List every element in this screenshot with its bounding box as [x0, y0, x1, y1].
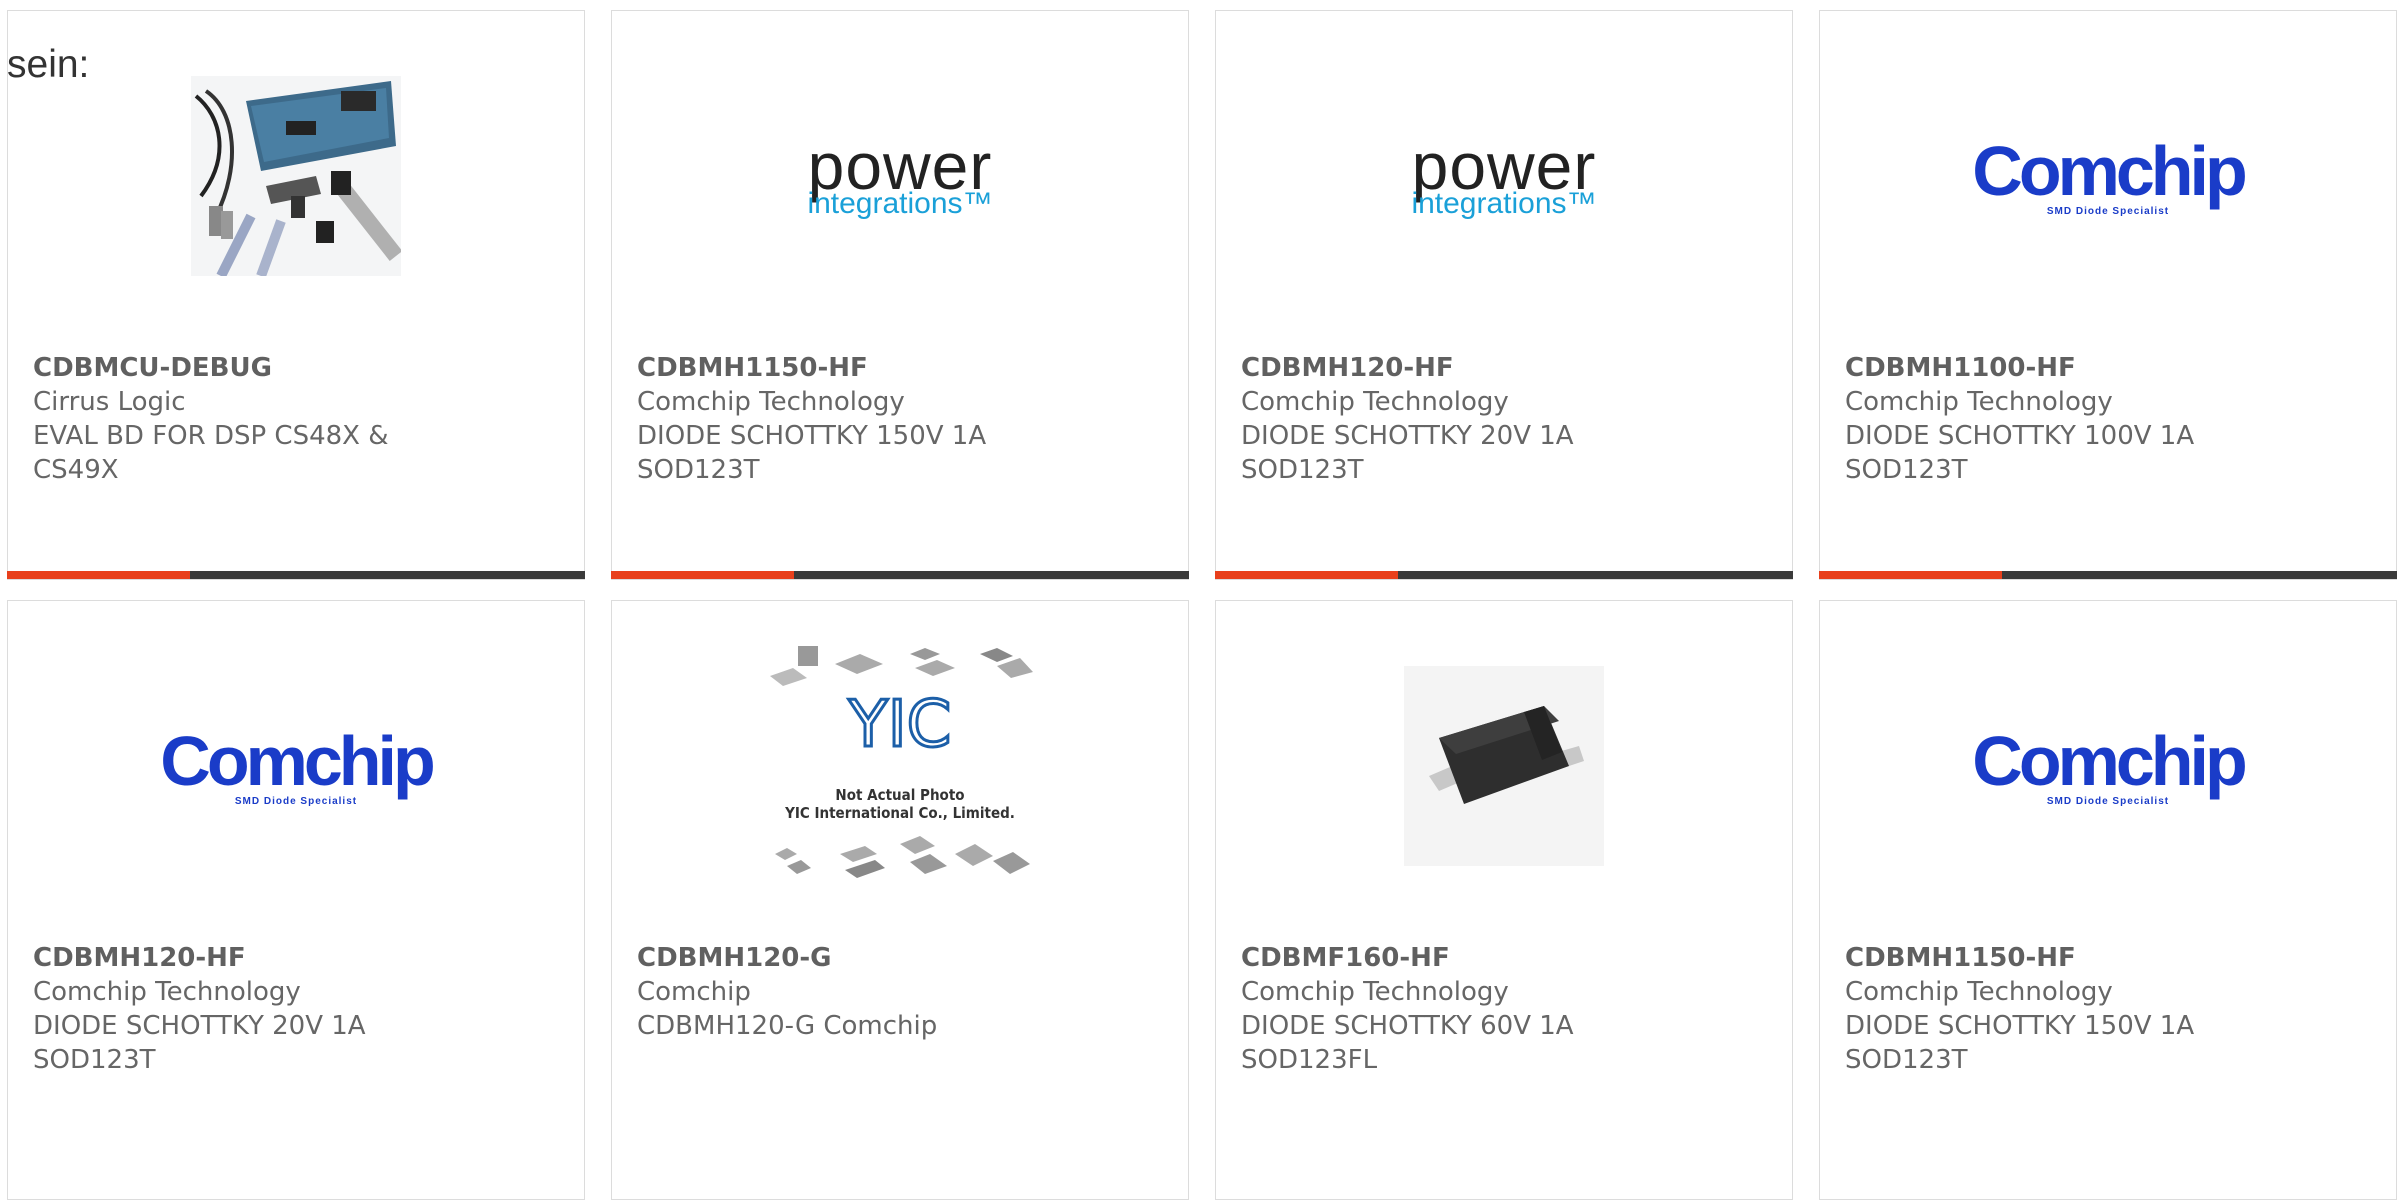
product-image[interactable]: YIC Not Actual Photo YIC International C…	[612, 646, 1188, 881]
manufacturer: Comchip Technology	[1845, 387, 2113, 417]
description-line-1: CDBMH120-G Comchip	[637, 1011, 938, 1041]
product-info: CDBMH1150-HF Comchip Technology DIODE SC…	[637, 351, 1168, 487]
product-image[interactable]: power integrations™	[612, 71, 1188, 281]
manufacturer: Comchip Technology	[1241, 977, 1509, 1007]
description-line-1: DIODE SCHOTTKY 150V 1A	[1845, 1011, 2195, 1041]
description-line-2: SOD123T	[1845, 1045, 1968, 1075]
manufacturer: Comchip	[637, 977, 751, 1007]
part-number[interactable]: CDBMH1100-HF	[1845, 351, 2376, 385]
power-integrations-logo: power integrations™	[1411, 129, 1597, 220]
product-card[interactable]: CDBMCU-DEBUG Cirrus Logic EVAL BD FOR DS…	[7, 10, 585, 580]
product-card[interactable]: power integrations™ CDBMH120-HF Comchip …	[1215, 10, 1793, 580]
card-accent-bar	[1819, 571, 2002, 579]
card-accent-bar	[7, 571, 190, 579]
product-image[interactable]: Comchip SMD Diode Specialist	[1820, 71, 2396, 281]
description-line-2: SOD123T	[1241, 455, 1364, 485]
description-line-2: SOD123T	[1845, 455, 1968, 485]
product-image[interactable]: Comchip SMD Diode Specialist	[1820, 661, 2396, 871]
manufacturer: Comchip Technology	[33, 977, 301, 1007]
product-info: CDBMH120-HF Comchip Technology DIODE SCH…	[1241, 351, 1772, 487]
card-bottom-bar	[1215, 571, 1793, 579]
description-line-2: SOD123FL	[1241, 1045, 1378, 1075]
svg-text:YIC: YIC	[848, 688, 952, 762]
product-info: CDBMH1150-HF Comchip Technology DIODE SC…	[1845, 941, 2376, 1077]
part-number[interactable]: CDBMCU-DEBUG	[33, 351, 564, 385]
part-number[interactable]: CDBMH120-HF	[33, 941, 564, 975]
description-line-1: EVAL BD FOR DSP CS48X &	[33, 421, 389, 451]
product-card[interactable]: CDBMF160-HF Comchip Technology DIODE SCH…	[1215, 600, 1793, 1200]
sod123fl-package-photo	[1404, 666, 1604, 866]
comchip-logo: Comchip SMD Diode Specialist	[1972, 721, 2247, 807]
product-card[interactable]: YIC Not Actual Photo YIC International C…	[611, 600, 1189, 1200]
part-number[interactable]: CDBMH1150-HF	[637, 351, 1168, 385]
product-image[interactable]: Comchip SMD Diode Specialist	[8, 661, 584, 871]
card-bottom-bar	[7, 571, 585, 579]
intro-text: sein:	[7, 43, 90, 86]
description-line-1: DIODE SCHOTTKY 20V 1A	[1241, 421, 1574, 451]
description-line-2: SOD123T	[33, 1045, 156, 1075]
manufacturer: Cirrus Logic	[33, 387, 186, 417]
yic-caption-line-1: Not Actual Photo	[835, 786, 965, 804]
manufacturer: Comchip Technology	[637, 387, 905, 417]
description-line-1: DIODE SCHOTTKY 20V 1A	[33, 1011, 366, 1041]
product-info: CDBMF160-HF Comchip Technology DIODE SCH…	[1241, 941, 1772, 1077]
part-number[interactable]: CDBMH120-G	[637, 941, 1168, 975]
description-line-2: CS49X	[33, 455, 119, 485]
description-line-1: DIODE SCHOTTKY 150V 1A	[637, 421, 987, 451]
product-card[interactable]: Comchip SMD Diode Specialist CDBMH1150-H…	[1819, 600, 2397, 1200]
description-line-2: SOD123T	[637, 455, 760, 485]
product-card[interactable]: Comchip SMD Diode Specialist CDBMH120-HF…	[7, 600, 585, 1200]
manufacturer: Comchip Technology	[1241, 387, 1509, 417]
card-accent-bar	[611, 571, 794, 579]
card-bottom-bar	[1819, 571, 2397, 579]
comchip-logo: Comchip SMD Diode Specialist	[160, 721, 435, 807]
product-card[interactable]: power integrations™ CDBMH1150-HF Comchip…	[611, 10, 1189, 580]
card-accent-bar	[1215, 571, 1398, 579]
yic-not-actual-photo: YIC Not Actual Photo YIC International C…	[770, 646, 1033, 878]
product-image[interactable]: power integrations™	[1216, 71, 1792, 281]
product-image[interactable]	[1216, 661, 1792, 871]
product-card[interactable]: Comchip SMD Diode Specialist CDBMH1100-H…	[1819, 10, 2397, 580]
part-number[interactable]: CDBMH1150-HF	[1845, 941, 2376, 975]
description-line-1: DIODE SCHOTTKY 60V 1A	[1241, 1011, 1574, 1041]
part-number[interactable]: CDBMH120-HF	[1241, 351, 1772, 385]
product-info: CDBMH120-HF Comchip Technology DIODE SCH…	[33, 941, 564, 1077]
yic-caption-line-2: YIC International Co., Limited.	[785, 804, 1015, 822]
card-bottom-bar	[611, 571, 1189, 579]
description-line-1: DIODE SCHOTTKY 100V 1A	[1845, 421, 2195, 451]
product-info: CDBMH120-G Comchip CDBMH120-G Comchip	[637, 941, 1168, 1043]
product-info: CDBMH1100-HF Comchip Technology DIODE SC…	[1845, 351, 2376, 487]
power-integrations-logo: power integrations™	[807, 129, 993, 220]
manufacturer: Comchip Technology	[1845, 977, 2113, 1007]
part-number[interactable]: CDBMF160-HF	[1241, 941, 1772, 975]
comchip-logo: Comchip SMD Diode Specialist	[1972, 131, 2247, 217]
dev-board-photo	[191, 76, 401, 276]
product-info: CDBMCU-DEBUG Cirrus Logic EVAL BD FOR DS…	[33, 351, 564, 487]
product-image[interactable]	[8, 71, 584, 281]
